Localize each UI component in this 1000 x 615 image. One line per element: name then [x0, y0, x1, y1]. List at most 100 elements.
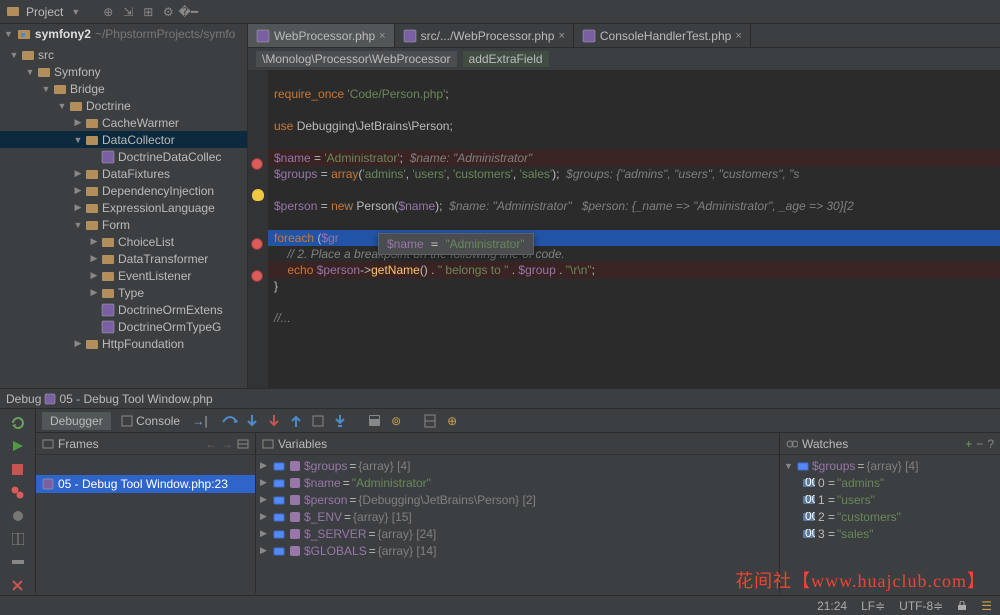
close-tab-icon[interactable]: × [558, 30, 564, 42]
file-encoding[interactable]: UTF-8≑ [899, 599, 943, 613]
variable-row[interactable]: ▶ $_SERVER = {array} [24] [256, 525, 779, 542]
output-toggle-icon[interactable]: →| [190, 411, 210, 431]
tree-node[interactable]: ▼Form [0, 216, 247, 233]
breakpoint-icon[interactable] [251, 270, 263, 282]
tree-node[interactable]: ▼Symfony [0, 63, 247, 80]
tree-node[interactable]: ▼DataCollector [0, 131, 247, 148]
svg-text:00: 00 [805, 512, 815, 522]
project-root[interactable]: ▼ symfony2 ~/PhpstormProjects/symfo [0, 24, 247, 44]
editor-tab[interactable]: src/.../WebProcessor.php× [395, 24, 574, 47]
thread-dropdown-icon[interactable] [237, 438, 249, 450]
tree-node[interactable]: ▶CacheWarmer [0, 114, 247, 131]
step-out-icon[interactable] [286, 411, 306, 431]
evaluate-icon[interactable] [364, 411, 384, 431]
crumb-namespace[interactable]: \Monolog\Processor\WebProcessor [256, 51, 457, 67]
intention-bulb-icon[interactable] [252, 189, 264, 201]
remove-watch-icon[interactable]: − [976, 437, 983, 451]
resume-button[interactable] [9, 438, 27, 453]
collapse-icon[interactable]: ⊕ [100, 4, 116, 20]
variable-row[interactable]: ▶ $name = "Administrator" [256, 474, 779, 491]
close-button[interactable] [9, 578, 27, 593]
variable-row[interactable]: ▶ $person = {Debugging\JetBrains\Person}… [256, 491, 779, 508]
php-file-icon [44, 393, 56, 405]
tree-node[interactable]: ▶DataTransformer [0, 250, 247, 267]
tree-node[interactable]: DoctrineOrmTypeG [0, 318, 247, 335]
breakpoint-icon[interactable] [251, 238, 263, 250]
breadcrumb: \Monolog\Processor\WebProcessor addExtra… [248, 48, 1000, 70]
tree-node[interactable]: ▶DependencyInjection [0, 182, 247, 199]
rerun-button[interactable] [9, 415, 27, 430]
drop-frame-icon[interactable] [308, 411, 328, 431]
variable-row[interactable]: ▶ $groups = {array} [4] [256, 457, 779, 474]
close-tab-icon[interactable]: × [379, 30, 385, 42]
caret-position[interactable]: 21:24 [817, 599, 847, 613]
force-step-into-icon[interactable] [264, 411, 284, 431]
watch-item[interactable]: 00 3 = "sales" [780, 525, 1000, 542]
tree-node[interactable]: ▼Doctrine [0, 97, 247, 114]
add-watch-icon[interactable]: + [965, 437, 972, 451]
scroll-to-icon[interactable]: ⇲ [120, 4, 136, 20]
close-tab-icon[interactable]: × [735, 30, 741, 42]
watch-item[interactable]: 00 1 = "users" [780, 491, 1000, 508]
next-frame-icon[interactable]: → [221, 437, 233, 451]
tree-node[interactable]: ▶DataFixtures [0, 165, 247, 182]
inspections-icon[interactable]: ☰ [981, 599, 992, 613]
debug-window-title[interactable]: Debug 05 - Debug Tool Window.php [0, 388, 1000, 408]
step-into-icon[interactable] [242, 411, 262, 431]
step-over-icon[interactable] [220, 411, 240, 431]
variables-panel: Variables ▶ $groups = {array} [4]▶ $name… [256, 433, 780, 593]
debug-toolbar: Debugger Console →| ⊚ ⊕ [36, 409, 1000, 433]
dropdown-icon[interactable]: ▼ [71, 7, 80, 17]
prev-frame-icon[interactable]: ← [205, 437, 217, 451]
editor-gutter[interactable] [248, 70, 268, 388]
run-to-cursor-icon[interactable] [330, 411, 350, 431]
tree-node[interactable]: ▶EventListener [0, 267, 247, 284]
stop-button[interactable] [9, 462, 27, 477]
filter-icon[interactable]: ⊕ [442, 411, 462, 431]
tree-node[interactable]: DoctrineOrmExtens [0, 301, 247, 318]
watches-title: Watches [802, 437, 848, 451]
watch-row[interactable]: ▼ $groups = {array} [4] [780, 457, 1000, 474]
watch-item[interactable]: 00 2 = "customers" [780, 508, 1000, 525]
debug-run-controls [0, 409, 36, 593]
layout-button[interactable] [9, 531, 27, 546]
frames-icon [42, 438, 54, 450]
readonly-lock-icon[interactable] [957, 601, 967, 611]
tree-node[interactable]: ▶HttpFoundation [0, 335, 247, 352]
project-icon [6, 4, 22, 20]
tree-node[interactable]: ▼src [0, 46, 247, 63]
editor-tab[interactable]: WebProcessor.php× [248, 24, 395, 47]
scroll-from-icon[interactable]: ⊞ [140, 4, 156, 20]
hide-icon[interactable]: �━ [180, 4, 196, 20]
settings-icon[interactable]: ⊚ [386, 411, 406, 431]
code-editor[interactable]: require_once 'Code/Person.php';use Debug… [248, 70, 1000, 388]
tree-node[interactable]: ▶ChoiceList [0, 233, 247, 250]
project-label[interactable]: Project [26, 5, 63, 19]
editor-tab[interactable]: ConsoleHandlerTest.php× [574, 24, 751, 47]
line-separator[interactable]: LF≑ [861, 599, 885, 613]
breakpoint-icon[interactable] [251, 158, 263, 170]
tree-node[interactable]: ▼Bridge [0, 80, 247, 97]
variable-row[interactable]: ▶ $GLOBALS = {array} [14] [256, 542, 779, 559]
sort-icon[interactable] [420, 411, 440, 431]
view-breakpoints-button[interactable] [9, 485, 27, 500]
svg-text:00: 00 [805, 529, 815, 539]
frame-row[interactable]: 05 - Debug Tool Window.php:23 [36, 475, 255, 493]
tab-console[interactable]: Console [113, 412, 188, 430]
gear-icon[interactable]: ⚙ [160, 4, 176, 20]
svg-text:00: 00 [805, 478, 815, 488]
pin-button[interactable] [9, 555, 27, 570]
watch-item[interactable]: 00 0 = "admins" [780, 474, 1000, 491]
tree-node[interactable]: ▶Type [0, 284, 247, 301]
tab-debugger[interactable]: Debugger [42, 412, 111, 430]
svg-text:00: 00 [805, 495, 815, 505]
watches-help-icon[interactable]: ? [987, 437, 994, 451]
variables-icon [262, 438, 274, 450]
crumb-method[interactable]: addExtraField [463, 51, 549, 67]
tree-node[interactable]: DoctrineDataCollec [0, 148, 247, 165]
watches-icon [786, 438, 798, 450]
variable-row[interactable]: ▶ $_ENV = {array} [15] [256, 508, 779, 525]
mute-breakpoints-button[interactable] [9, 508, 27, 523]
status-bar: 21:24 LF≑ UTF-8≑ ☰ [0, 595, 1000, 615]
tree-node[interactable]: ▶ExpressionLanguage [0, 199, 247, 216]
